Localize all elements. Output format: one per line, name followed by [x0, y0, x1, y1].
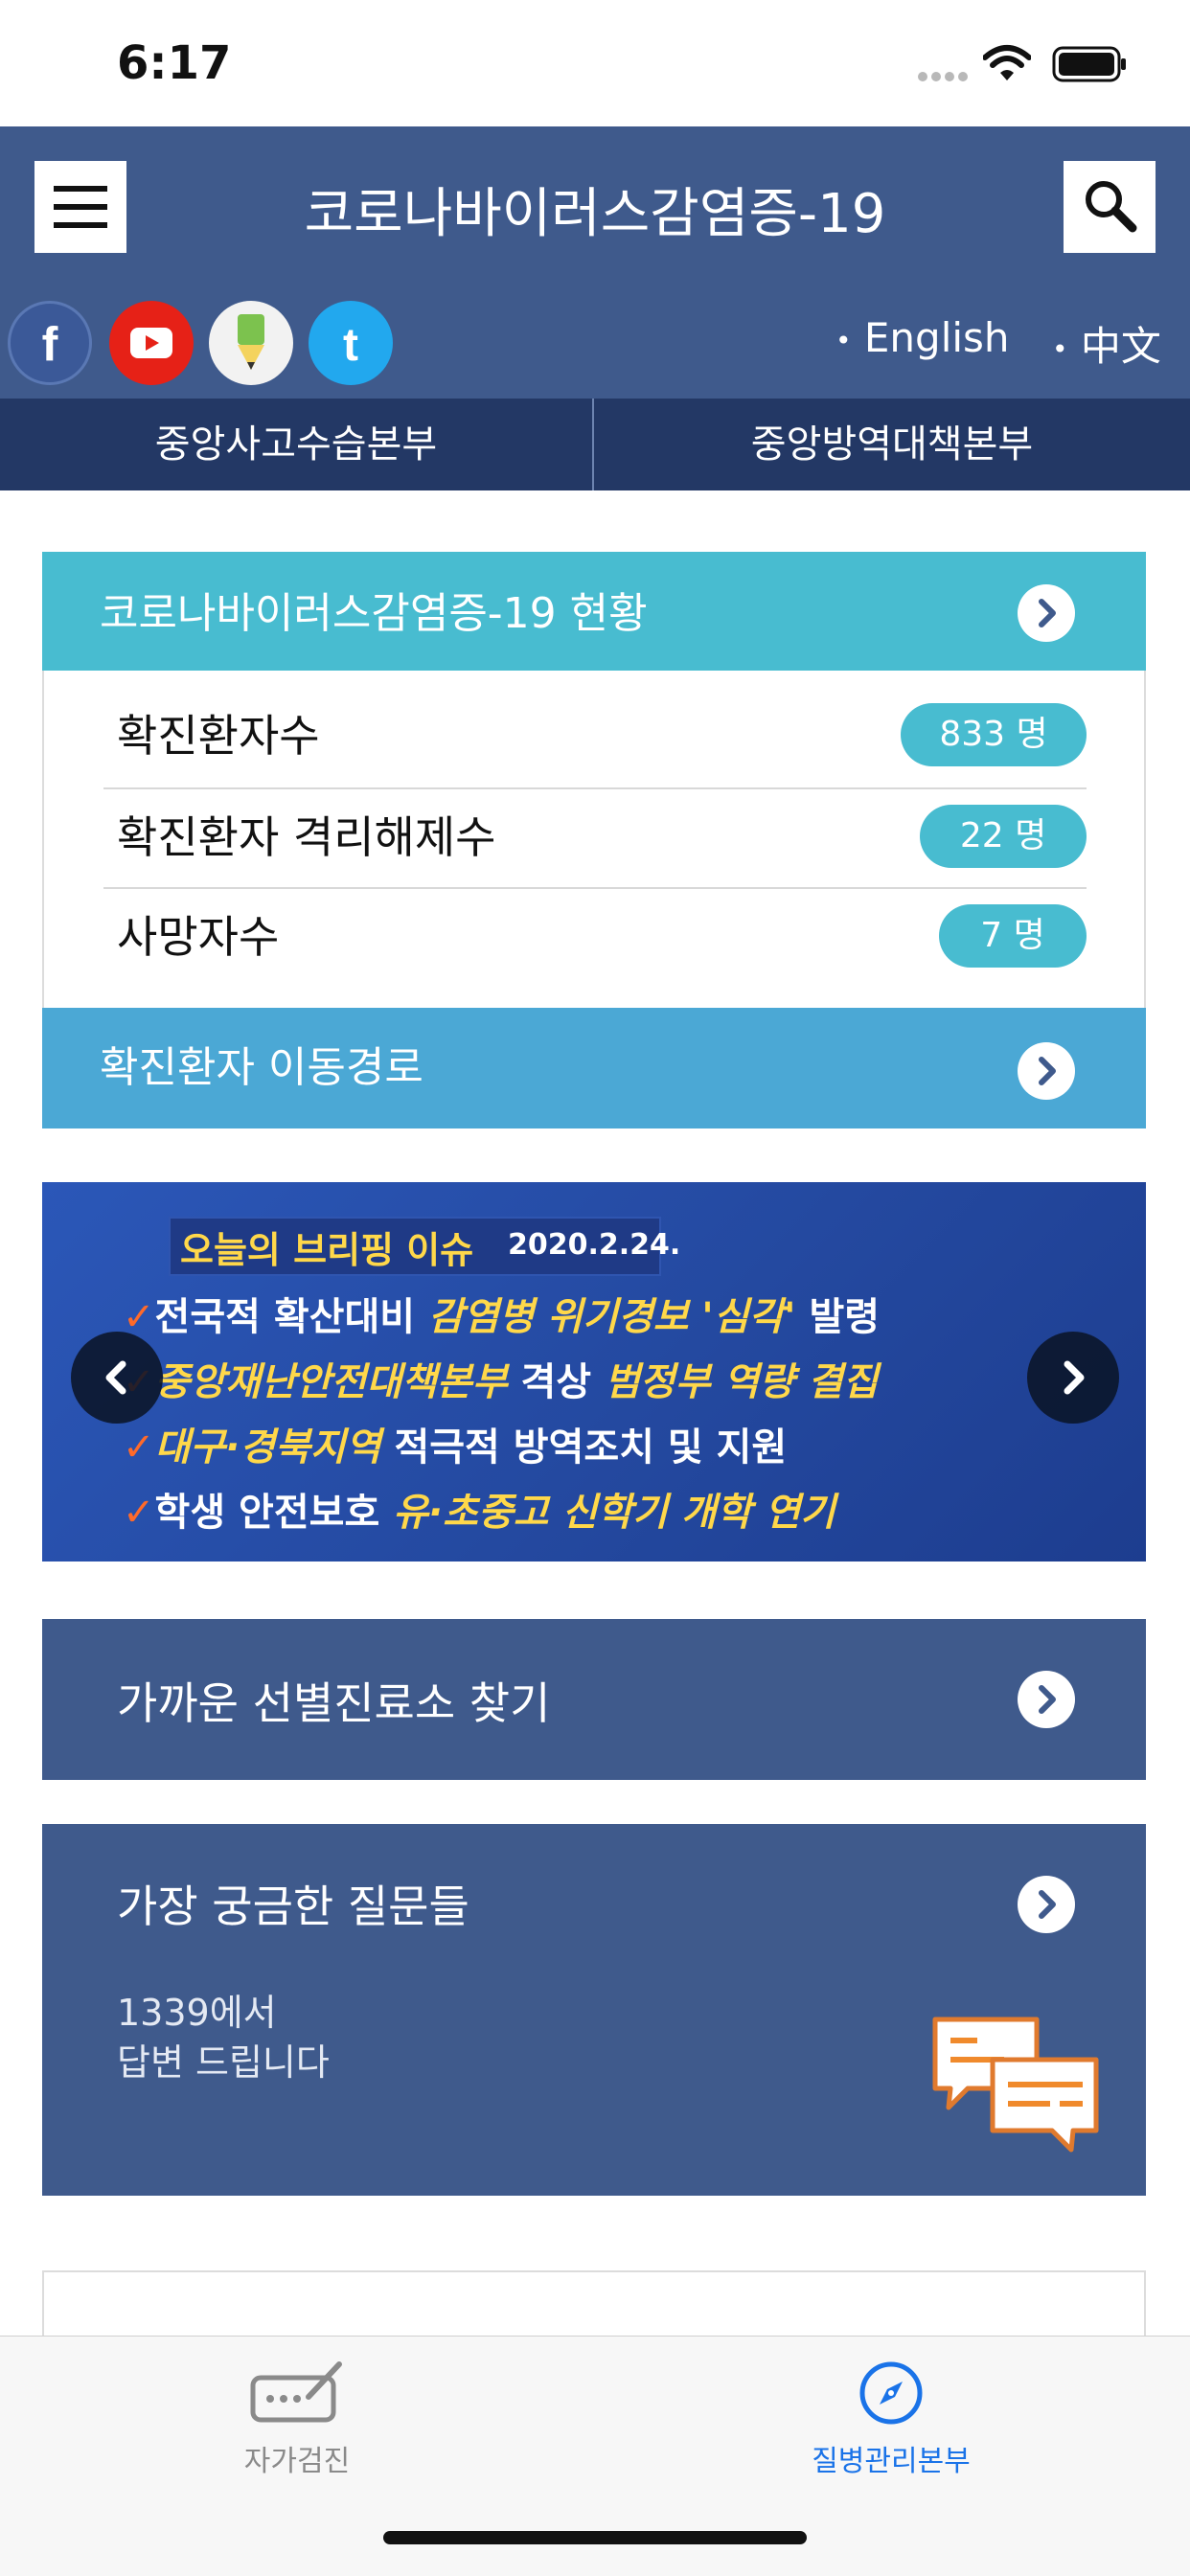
svg-text:t: t [343, 320, 358, 371]
banner-line-1: ✓전국적 확산대비 감염병 위기경보 '심각' 발령 [123, 1295, 881, 1339]
banner-heading: 오늘의 브리핑 이슈 [180, 1229, 474, 1271]
svg-text:f: f [42, 317, 58, 372]
subnav-item-central-quarantine[interactable]: 중앙방역대책본부 [594, 399, 1190, 490]
chevron-right-icon [1039, 1890, 1056, 1919]
banner-line-4: ✓학생 안전보호 유·초중고 신학기 개학 연기 [123, 1491, 835, 1535]
stat-value-released: 22 명 [920, 805, 1087, 868]
home-indicator [383, 2531, 807, 2544]
faq-arrow[interactable] [1018, 1876, 1075, 1933]
stat-label-confirmed: 확진환자수 [117, 710, 320, 762]
banner-date: 2020.2.24. [508, 1228, 681, 1262]
signal-icon [918, 69, 968, 82]
wifi-icon [982, 44, 1032, 82]
status-card-arrow[interactable] [1018, 584, 1075, 642]
faq-title: 가장 궁금한 질문들 [117, 1881, 469, 1932]
stat-label-released: 확진환자 격리해제수 [117, 811, 496, 863]
search-button[interactable] [1064, 161, 1156, 253]
clinic-finder-arrow[interactable] [1018, 1671, 1075, 1728]
status-card-title: 코로나바이러스감염증-19 현황 [100, 589, 648, 638]
bullet-icon: • [835, 325, 852, 356]
route-arrow[interactable] [1018, 1042, 1075, 1100]
twitter-icon[interactable]: t [309, 301, 393, 385]
briefing-banner[interactable]: 오늘의 브리핑 이슈 2020.2.24. ✓전국적 확산대비 감염병 위기경보… [42, 1182, 1146, 1562]
youtube-icon[interactable] [109, 301, 194, 385]
facebook-icon[interactable]: f [8, 301, 92, 385]
site-title: 코로나바이러스감염증-19 [304, 183, 886, 245]
banner-line-3: ✓대구·경북지역 적극적 방역조치 및 지원 [123, 1425, 788, 1470]
row-divider [103, 887, 1087, 889]
tab-kcdc[interactable]: 질병관리본부 [795, 2355, 987, 2479]
chevron-right-icon [1039, 1685, 1056, 1714]
self-check-icon [250, 2361, 342, 2423]
carousel-next-button[interactable] [1027, 1332, 1119, 1424]
faq-subtext-2: 답변 드립니다 [117, 2041, 330, 2084]
chevron-left-icon [105, 1360, 126, 1395]
tab-self-check[interactable]: 자가검진 [201, 2355, 393, 2479]
row-divider [103, 787, 1087, 789]
faq-subtext-1: 1339에서 [117, 1992, 277, 2034]
subnav-item-central-accident[interactable]: 중앙사고수습본부 [0, 399, 592, 490]
compass-icon [859, 2361, 923, 2425]
route-title: 확진환자 이동경로 [100, 1043, 423, 1092]
chat-bubbles-icon [929, 2012, 1102, 2155]
bullet-icon: • [1052, 333, 1068, 365]
tab-label-kcdc: 질병관리본부 [812, 2445, 971, 2478]
clinic-finder-title: 가까운 선별진료소 찾기 [117, 1677, 551, 1729]
banner-line-2: ✓중앙재난안전대책본부 격상 범정부 역량 결집 [123, 1351, 878, 1406]
blog-icon[interactable] [209, 301, 293, 385]
check-icon: ✓ [123, 1491, 155, 1535]
check-icon: ✓ [123, 1425, 155, 1470]
tab-label-self-check: 자가검진 [243, 2445, 351, 2478]
stat-value-deaths: 7 명 [939, 904, 1087, 968]
chevron-right-icon [1064, 1360, 1085, 1395]
status-time: 6:17 [117, 36, 232, 90]
stat-label-deaths: 사망자수 [117, 911, 280, 963]
battery-icon [1052, 46, 1129, 82]
chevron-right-icon [1039, 1057, 1056, 1085]
language-english[interactable]: • English [835, 314, 1010, 361]
stat-value-confirmed: 833 명 [901, 703, 1087, 766]
language-chinese[interactable]: • 中文 [1052, 314, 1161, 373]
chevron-right-icon [1039, 599, 1056, 627]
carousel-prev-button[interactable] [71, 1332, 163, 1424]
search-icon [1086, 181, 1137, 233]
